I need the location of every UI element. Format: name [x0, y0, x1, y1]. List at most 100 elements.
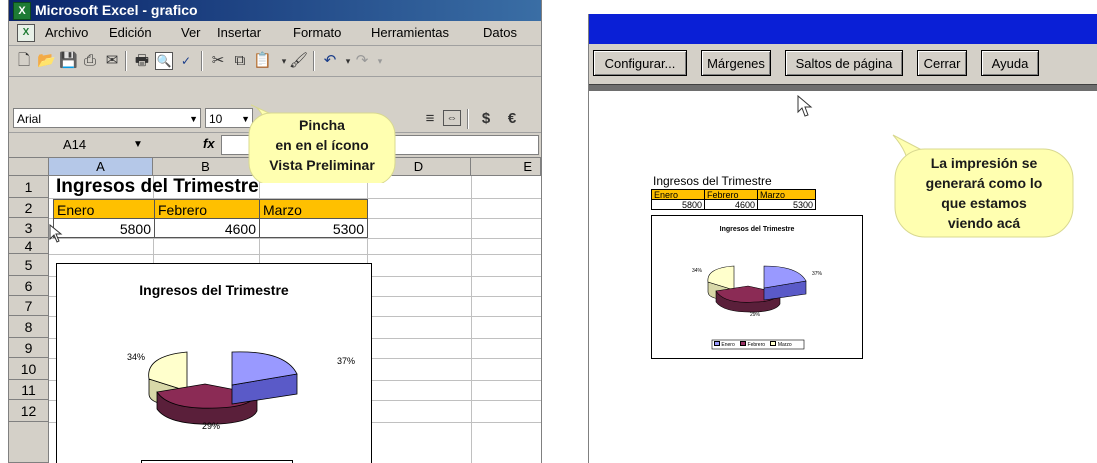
callout-line: en en el ícono — [275, 137, 369, 153]
column-header-e[interactable]: E — [471, 158, 541, 176]
menu-archivo[interactable]: Archivo — [45, 25, 88, 40]
preview-legend: Enero Febrero Marzo — [714, 341, 804, 349]
cell-febrero[interactable]: Febrero — [154, 199, 260, 219]
preview-value-marzo: 5300 — [757, 199, 816, 210]
copy-icon[interactable]: ⧉ — [231, 52, 249, 70]
row-header-2[interactable]: 2 — [9, 198, 49, 218]
align-right-icon[interactable]: ≡ — [421, 110, 439, 128]
row-header-6[interactable]: 6 — [9, 276, 49, 296]
row-header-11[interactable]: 11 — [9, 380, 49, 400]
print-icon[interactable]: 🖶 — [133, 52, 151, 70]
workbook-icon[interactable]: X — [17, 24, 35, 42]
menu-bar: X Archivo Edición Ver Insertar Formato H… — [9, 21, 541, 46]
embedded-chart[interactable]: Ingresos del Trimestre 34% 37% 29% — [56, 263, 372, 463]
font-name-value: Arial — [17, 112, 42, 126]
row-header-13[interactable] — [9, 422, 49, 463]
preview-page: Ingresos del Trimestre Enero Febrero Mar… — [589, 91, 1097, 463]
column-header-a[interactable]: A — [49, 158, 153, 176]
callout-impresion-text: La impresión se generará como lo que est… — [895, 153, 1073, 233]
preview-toolbar: Configurar... Márgenes Saltos de página … — [589, 44, 1097, 84]
excel-title-bar: X Microsoft Excel - grafico — [9, 0, 541, 21]
callout-line: generará como lo — [925, 175, 1043, 191]
merge-center-icon[interactable]: ⇔ — [443, 110, 461, 126]
legend-marzo: Marzo — [777, 342, 792, 348]
standard-toolbar: 🗋 📂 💾 ⎙ ✉ 🖶 🔍 ✓ ✂ ⧉ 📋 ▾ 🖌 ↶ ▾ ↷ ▾ — [9, 46, 541, 77]
menu-formato[interactable]: Formato — [293, 25, 341, 40]
cell-value-marzo[interactable]: 5300 — [259, 218, 368, 238]
preview-value-febrero: 4600 — [704, 199, 758, 210]
row-header-7[interactable]: 7 — [9, 296, 49, 316]
chevron-down-icon: ▼ — [133, 139, 143, 150]
new-icon[interactable]: 🗋 — [15, 52, 33, 70]
legend-febrero: Febrero — [747, 342, 766, 348]
callout-line: viendo acá — [947, 215, 1021, 231]
worksheet-grid[interactable]: A B C D E 1 2 3 4 5 6 7 8 9 10 11 12 — [9, 158, 541, 463]
ayuda-button[interactable]: Ayuda — [981, 50, 1039, 76]
undo-icon[interactable]: ↶ — [321, 52, 339, 70]
menu-herramientas[interactable]: Herramientas — [371, 25, 449, 40]
preview-sheet-title: Ingresos del Trimestre — [653, 174, 772, 188]
preview-label-marzo: 34% — [692, 268, 703, 274]
label-marzo: 34% — [127, 352, 146, 362]
cut-icon[interactable]: ✂ — [209, 52, 227, 70]
legend-enero: Enero — [721, 342, 735, 348]
row-header-5[interactable]: 5 — [9, 254, 49, 276]
pie-chart-3d — [148, 351, 298, 425]
euro-icon[interactable]: € — [503, 110, 521, 128]
row-header-1[interactable]: 1 — [9, 176, 49, 198]
preview-separator — [589, 84, 1097, 91]
row-header-4[interactable]: 4 — [9, 238, 49, 254]
save-icon[interactable]: 💾 — [59, 52, 78, 70]
cell-enero[interactable]: Enero — [53, 199, 155, 219]
excel-title: Microsoft Excel - grafico — [35, 2, 198, 18]
saltos-pagina-button[interactable]: Saltos de página — [785, 50, 903, 76]
label-febrero: 29% — [202, 421, 221, 431]
cell-marzo[interactable]: Marzo — [259, 199, 368, 219]
print-preview-icon[interactable]: 🔍 — [155, 52, 173, 70]
preview-pie-chart — [707, 265, 807, 350]
menu-insertar[interactable]: Insertar — [217, 25, 261, 40]
format-painter-icon[interactable]: 🖌 — [289, 52, 308, 70]
open-icon[interactable]: 📂 — [37, 52, 56, 70]
cerrar-button[interactable]: Cerrar — [917, 50, 967, 76]
sheet-title-cell[interactable]: Ingresos del Trimestre — [56, 176, 259, 198]
preview-chart: Ingresos del Trimestre 34% 37% 29% Enero… — [651, 215, 863, 359]
callout-pincha-text: Pincha en en el ícono Vista Preliminar — [249, 115, 395, 175]
mouse-pointer-icon — [797, 95, 813, 117]
name-box[interactable]: A14 ▼ — [21, 136, 161, 154]
font-name-box[interactable]: Arial ▼ — [13, 108, 201, 128]
row-header-10[interactable]: 10 — [9, 358, 49, 380]
menu-edicion[interactable]: Edición — [109, 25, 152, 40]
excel-logo-icon: X — [13, 2, 31, 20]
name-box-value: A14 — [63, 137, 87, 152]
mouse-pointer-icon — [49, 224, 63, 243]
row-header-3[interactable]: 3 — [9, 218, 49, 238]
configurar-button[interactable]: Configurar... — [593, 50, 687, 76]
font-size-value: 10 — [209, 112, 223, 126]
redo-icon[interactable]: ↷ — [353, 52, 371, 70]
preview-title-bar — [589, 14, 1097, 44]
permission-icon[interactable]: ⎙ — [81, 52, 99, 70]
preview-value-enero: 5800 — [651, 199, 705, 210]
callout-line: que estamos — [941, 195, 1027, 211]
email-icon[interactable]: ✉ — [103, 52, 121, 70]
currency-icon[interactable]: $ — [477, 110, 495, 128]
cell-value-febrero[interactable]: 4600 — [154, 218, 260, 238]
menu-datos[interactable]: Datos — [483, 25, 517, 40]
cell-value-enero[interactable]: 5800 — [53, 218, 155, 238]
row-header-8[interactable]: 8 — [9, 316, 49, 338]
callout-line: Vista Preliminar — [269, 157, 375, 173]
select-all-corner[interactable] — [9, 158, 49, 176]
redo-dropdown-icon[interactable]: ▾ — [371, 52, 389, 70]
menu-ver[interactable]: Ver — [181, 25, 201, 40]
paste-icon[interactable]: 📋 — [253, 52, 272, 70]
row-header-12[interactable]: 12 — [9, 400, 49, 422]
label-enero: 37% — [337, 356, 356, 366]
toolbar-band — [9, 77, 541, 105]
fx-icon[interactable]: fx — [203, 136, 215, 151]
callout-line: Pincha — [299, 117, 345, 133]
margenes-button[interactable]: Márgenes — [701, 50, 771, 76]
print-preview-window: Configurar... Márgenes Saltos de página … — [588, 14, 1097, 463]
row-header-9[interactable]: 9 — [9, 338, 49, 358]
spelling-icon[interactable]: ✓ — [177, 52, 195, 70]
